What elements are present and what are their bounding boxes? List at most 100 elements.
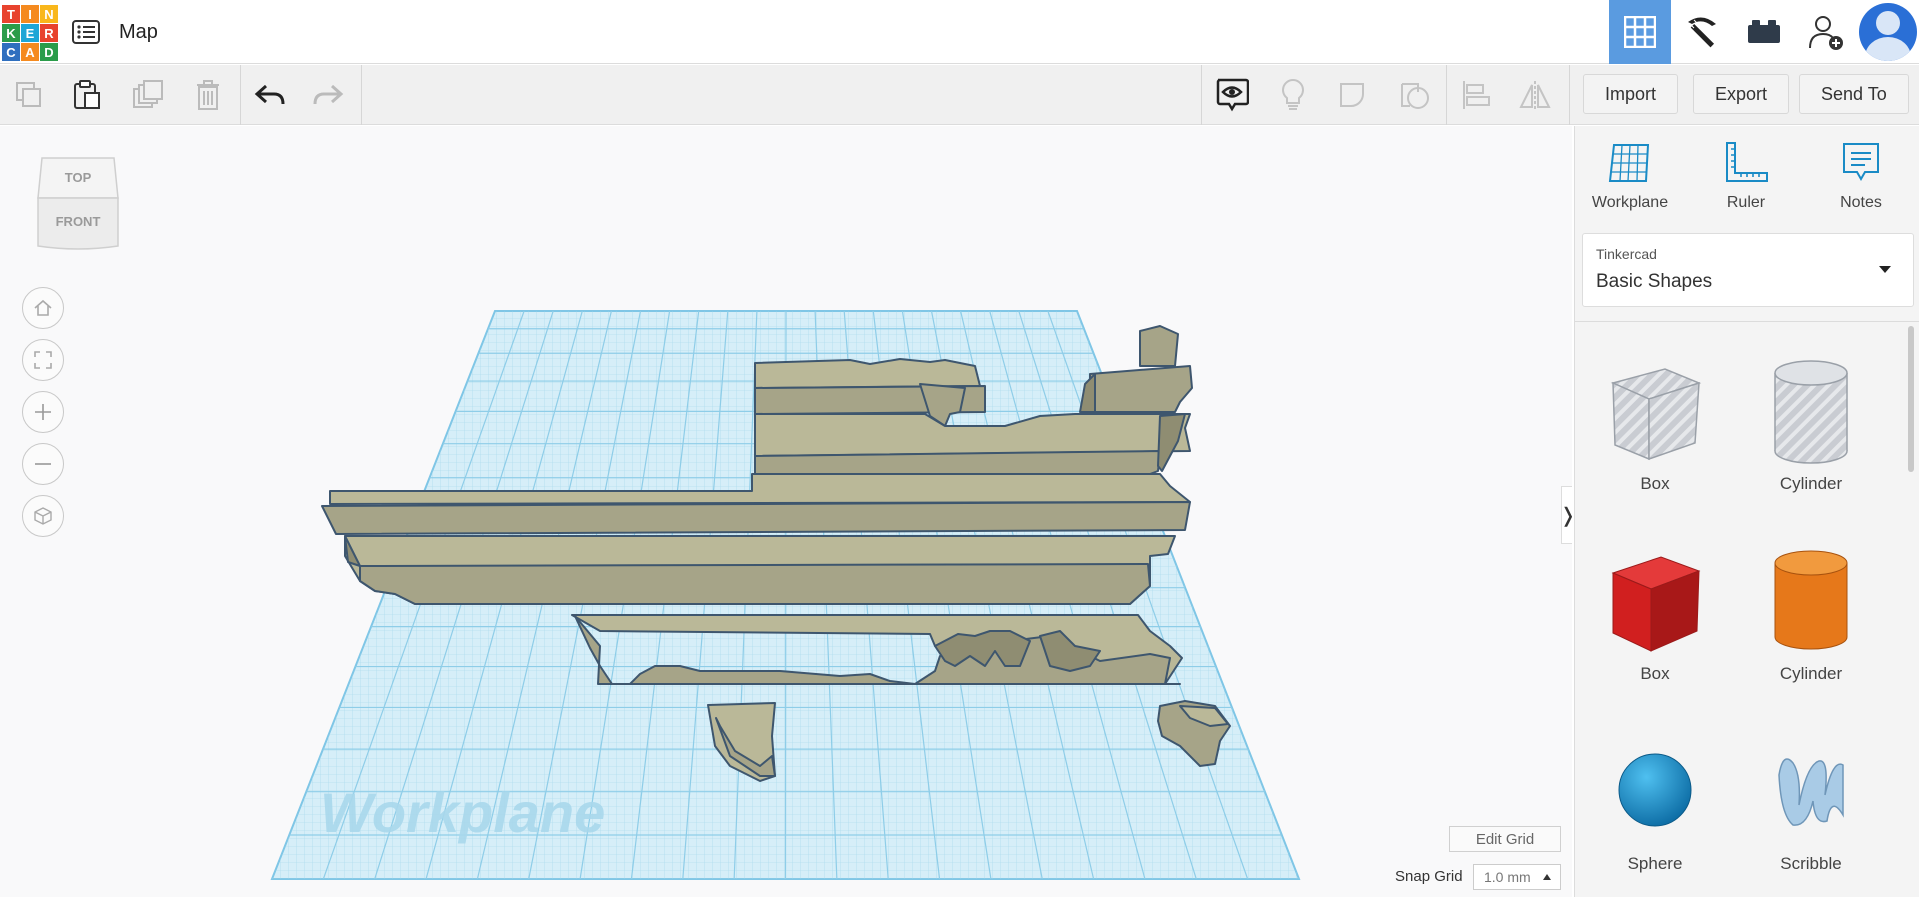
- align-button[interactable]: [1456, 75, 1496, 115]
- mirror-button[interactable]: [1515, 75, 1555, 115]
- edit-grid-button[interactable]: Edit Grid: [1449, 826, 1561, 852]
- ungroup-icon: [1401, 83, 1429, 109]
- send-to-button[interactable]: Send To: [1799, 74, 1909, 114]
- workplane-icon: [1608, 144, 1650, 182]
- workplane-tool[interactable]: Workplane: [1582, 138, 1678, 212]
- 3d-design-view-button[interactable]: [1609, 0, 1671, 64]
- top-bar: TIN KER CAD Map: [0, 0, 1919, 64]
- tinkercad-editor: TINKERCAD Map Import Export Send To Work…: [0, 0, 1919, 897]
- cube-icon: [34, 507, 52, 525]
- shapes-panel: Workplane Ruler Notes Tinkercad Basic Sh…: [1574, 126, 1919, 897]
- workplane-watermark: Workplane: [320, 781, 605, 844]
- import-button[interactable]: Import: [1583, 74, 1679, 114]
- fit-view-icon: [34, 351, 52, 369]
- blocks-view-button[interactable]: [1671, 0, 1733, 64]
- logo-letter: R: [40, 24, 58, 42]
- scribble-icon: [1778, 758, 1844, 826]
- shape-library-dropdown[interactable]: Tinkercad Basic Shapes: [1582, 233, 1914, 307]
- logo-letter: A: [21, 43, 39, 61]
- workplane-scene[interactable]: Workplane: [0, 126, 1572, 897]
- undo-icon: [254, 84, 285, 105]
- avatar-head: [1876, 11, 1900, 35]
- shape-box-hole[interactable]: Box: [1585, 350, 1725, 494]
- toolbar-separator: [1569, 65, 1570, 125]
- panel-divider: [1575, 321, 1919, 322]
- view-cube-top-label: TOP: [65, 170, 92, 185]
- ruler-icon: [1726, 142, 1768, 182]
- shape-scribble[interactable]: Scribble: [1741, 730, 1881, 874]
- mirror-icon: [1519, 81, 1551, 109]
- design-title[interactable]: Map: [119, 21, 158, 44]
- sphere-blue-icon: [1618, 753, 1692, 827]
- chevron-down-icon: [1879, 266, 1891, 273]
- export-button[interactable]: Export: [1693, 74, 1790, 114]
- design-menu-button[interactable]: [70, 16, 102, 48]
- toolbar-separator: [1446, 65, 1447, 125]
- tinkercad-logo[interactable]: TIN KER CAD: [2, 5, 58, 61]
- chevron-right-icon: ❭: [1560, 503, 1572, 528]
- shape-label: Box: [1640, 664, 1670, 683]
- home-view-button[interactable]: [22, 287, 64, 329]
- logo-letter: I: [21, 5, 39, 23]
- logo-letter: C: [2, 43, 20, 61]
- panel-scrollbar[interactable]: [1908, 326, 1914, 472]
- undo-button[interactable]: [250, 75, 290, 115]
- add-user-icon: [1809, 16, 1843, 50]
- zoom-out-button[interactable]: [22, 443, 64, 485]
- bricks-icon: [1748, 20, 1780, 43]
- paste-icon: [74, 80, 100, 109]
- perspective-toggle-button[interactable]: [22, 495, 64, 537]
- 3d-viewport[interactable]: Workplane TOP FRONT Edit Grid Snap Grid …: [0, 126, 1572, 897]
- duplicate-icon: [133, 80, 163, 108]
- toolbar-separator: [1201, 65, 1202, 125]
- bricks-view-button[interactable]: [1733, 0, 1795, 64]
- snap-grid-label: Snap Grid: [1395, 868, 1463, 885]
- ruler-tool[interactable]: Ruler: [1698, 138, 1794, 212]
- notes-tool[interactable]: Notes: [1813, 138, 1909, 212]
- minus-icon: [35, 463, 51, 465]
- logo-letter: T: [2, 5, 20, 23]
- shape-cylinder[interactable]: Cylinder: [1741, 540, 1881, 684]
- shape-label: Cylinder: [1779, 664, 1843, 683]
- snap-grid-select[interactable]: 1.0 mm: [1473, 864, 1561, 890]
- library-category: Basic Shapes: [1596, 271, 1713, 292]
- toolbar-separator: [361, 65, 362, 125]
- zoom-in-button[interactable]: [22, 391, 64, 433]
- show-all-button[interactable]: [1212, 75, 1252, 115]
- collapse-panel-button[interactable]: ❭: [1560, 486, 1572, 544]
- copy-button[interactable]: [9, 75, 49, 115]
- group-button[interactable]: [1334, 75, 1374, 115]
- redo-button[interactable]: [308, 75, 348, 115]
- group-icon: [1340, 83, 1364, 107]
- cylinder-hole-icon: [1774, 360, 1848, 464]
- avatar-body: [1865, 37, 1911, 61]
- invite-user-button[interactable]: [1795, 0, 1857, 64]
- redo-icon: [313, 84, 344, 105]
- logo-letter: E: [21, 24, 39, 42]
- plus-icon: [35, 404, 51, 420]
- view-cube-front-label: FRONT: [56, 214, 101, 229]
- caret-up-icon: [1543, 874, 1551, 880]
- delete-button[interactable]: [188, 75, 228, 115]
- view-cube[interactable]: TOP FRONT: [36, 154, 120, 254]
- top-right-actions: [1609, 0, 1919, 64]
- notes-tool-label: Notes: [1840, 194, 1882, 211]
- paste-button[interactable]: [67, 75, 107, 115]
- ruler-tool-label: Ruler: [1726, 194, 1766, 211]
- library-provider: Tinkercad: [1596, 246, 1657, 262]
- ungroup-button[interactable]: [1395, 75, 1435, 115]
- logo-letter: D: [40, 43, 58, 61]
- fit-view-button[interactable]: [22, 339, 64, 381]
- shape-box[interactable]: Box: [1585, 540, 1725, 684]
- logo-letter: K: [2, 24, 20, 42]
- home-icon: [34, 299, 52, 316]
- shape-cylinder-hole[interactable]: Cylinder: [1741, 350, 1881, 494]
- duplicate-button[interactable]: [128, 75, 168, 115]
- shape-sphere[interactable]: Sphere: [1585, 730, 1725, 874]
- 3d-design-icon: [1624, 16, 1656, 48]
- shape-label: Box: [1640, 474, 1670, 493]
- lightbulb-icon: [1282, 78, 1304, 110]
- avatar[interactable]: [1859, 3, 1917, 61]
- lightbulb-button[interactable]: [1273, 75, 1313, 115]
- cylinder-orange-icon: [1774, 550, 1848, 650]
